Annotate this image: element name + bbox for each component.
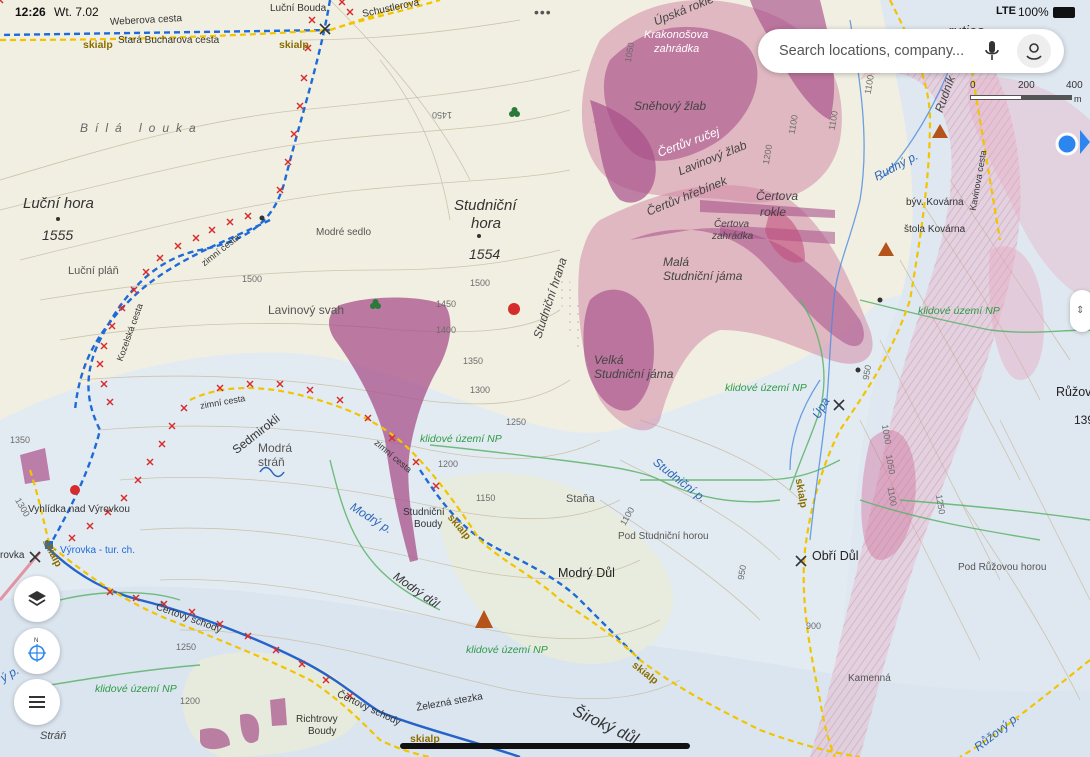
viewpoint-icon xyxy=(70,485,80,495)
status-time: 12:26 xyxy=(15,5,46,19)
search-bar[interactable]: Search locations, company... xyxy=(758,29,1064,73)
peak-marker xyxy=(477,234,481,238)
scale-bar: 0 200 400 m xyxy=(970,80,1083,104)
attraction-icon xyxy=(508,303,520,315)
top-dots-icon[interactable]: ••• xyxy=(534,4,552,20)
chevron-updown-icon: ⇕ xyxy=(1076,305,1085,316)
svg-text:N: N xyxy=(34,638,38,644)
scale-zero: 0 xyxy=(970,80,976,91)
info-icon xyxy=(45,541,53,549)
battery-icon xyxy=(1053,7,1075,18)
compass-icon: N xyxy=(28,638,46,662)
current-location-icon xyxy=(1055,132,1079,156)
avalanche-zone-small xyxy=(270,698,287,726)
map-canvas[interactable] xyxy=(0,0,1090,757)
compass-button[interactable]: N xyxy=(14,628,60,674)
menu-icon xyxy=(29,696,45,708)
home-indicator[interactable] xyxy=(400,743,690,749)
search-input[interactable]: Search locations, company... xyxy=(779,43,964,59)
profile-icon xyxy=(1026,43,1042,60)
menu-button[interactable] xyxy=(14,679,60,725)
scale-max: 400 xyxy=(1066,80,1083,91)
status-battery-percent: 100% xyxy=(1018,5,1049,19)
layers-button[interactable] xyxy=(14,576,60,622)
side-panel-handle[interactable]: ⇕ xyxy=(1070,290,1090,332)
scale-unit: m xyxy=(1074,94,1082,104)
location-arrow-icon[interactable] xyxy=(1080,130,1090,154)
layers-icon xyxy=(28,591,46,607)
peak-marker xyxy=(56,217,60,221)
status-network: LTE xyxy=(996,5,1016,17)
microphone-icon[interactable] xyxy=(985,40,999,62)
profile-button[interactable] xyxy=(1017,34,1051,68)
status-date: Wt. 7.02 xyxy=(54,5,99,19)
scale-mid: 200 xyxy=(1018,80,1035,91)
